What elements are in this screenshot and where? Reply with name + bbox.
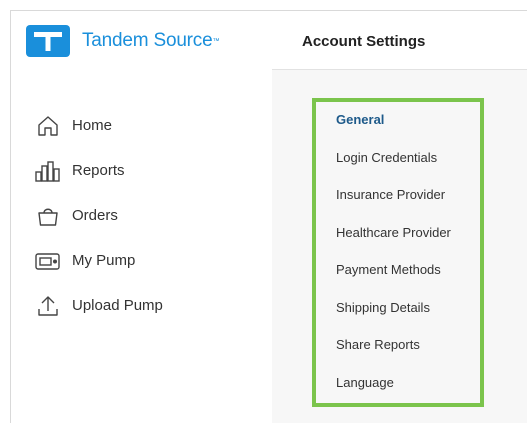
sidebar-item-home[interactable]: Home [35,103,163,148]
bar-chart-icon [35,158,61,184]
upload-icon [35,293,61,319]
settings-menu: General Login Credentials Insurance Prov… [336,104,451,404]
sidebar-item-label: Home [72,117,113,134]
brand-logo[interactable]: Tandem Source ™ [26,25,219,57]
sidebar-item-reports[interactable]: Reports [35,148,163,193]
brand-trademark: ™ [212,37,220,45]
pump-icon [35,248,61,274]
settings-item-general[interactable]: General [336,104,451,142]
settings-item-share-reports[interactable]: Share Reports [336,329,451,367]
sidebar-item-orders[interactable]: Orders [35,193,163,238]
settings-item-payment-methods[interactable]: Payment Methods [336,254,451,292]
tandem-logo-icon [26,25,70,57]
sidebar-item-label: My Pump [72,252,136,269]
sidebar: Tandem Source ™ Home Reports Orders My P… [11,11,272,423]
app-frame: Tandem Source ™ Home Reports Orders My P… [10,10,527,423]
settings-item-healthcare-provider[interactable]: Healthcare Provider [336,217,451,255]
page-title: Account Settings [302,33,426,50]
settings-item-shipping-details[interactable]: Shipping Details [336,292,451,330]
sidebar-item-upload-pump[interactable]: Upload Pump [35,283,163,328]
sidebar-item-label: Upload Pump [72,297,163,314]
settings-item-insurance-provider[interactable]: Insurance Provider [336,179,451,217]
sidebar-nav: Home Reports Orders My Pump Upload Pump [35,103,163,328]
shopping-bag-icon [35,203,61,229]
sidebar-item-my-pump[interactable]: My Pump [35,238,163,283]
sidebar-item-label: Reports [72,162,125,179]
settings-item-language[interactable]: Language [336,367,451,405]
brand-name: Tandem Source [82,30,213,51]
main-content: Account Settings General Login Credentia… [272,11,527,423]
home-icon [35,113,61,139]
settings-item-login-credentials[interactable]: Login Credentials [336,142,451,180]
sidebar-item-label: Orders [72,207,118,224]
